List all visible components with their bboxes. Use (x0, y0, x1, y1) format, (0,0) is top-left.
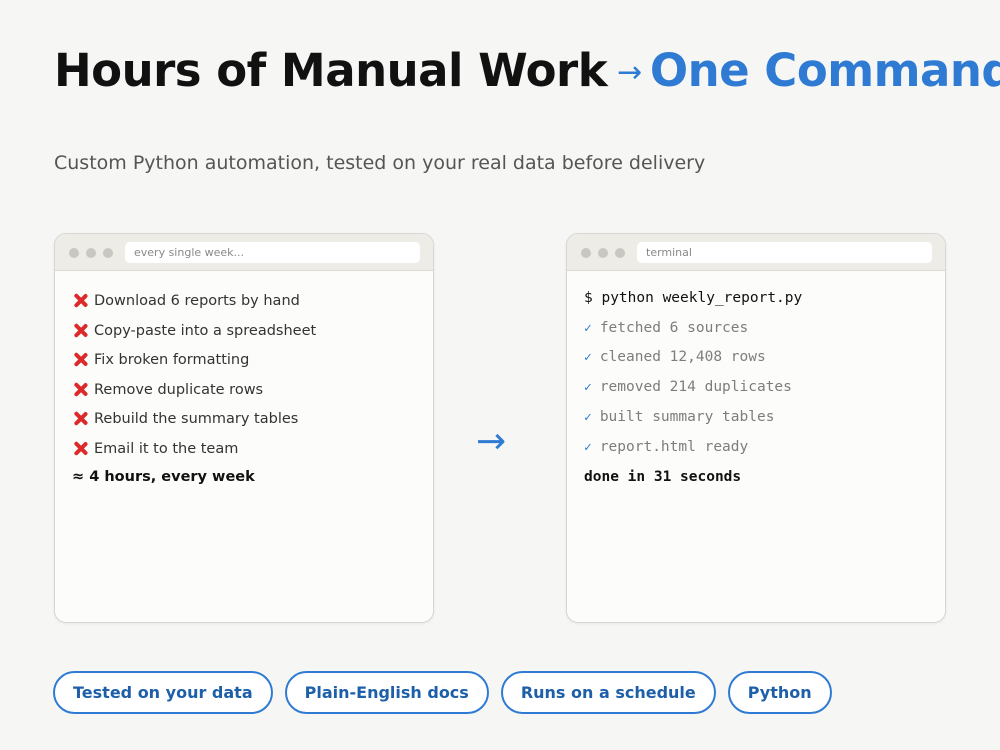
list-item: ✓ cleaned 12,408 rows (584, 349, 802, 379)
title-accent: One Command (649, 44, 1000, 97)
step-label: report.html ready (599, 438, 749, 455)
task-label: Download 6 reports by hand (94, 293, 300, 309)
address-bar: terminal (637, 242, 932, 263)
manual-task-list: Download 6 reports by hand Copy-paste in… (72, 291, 316, 469)
list-item: Fix broken formatting (72, 350, 316, 380)
task-label: Email it to the team (94, 440, 239, 457)
window-titlebar: terminal (567, 234, 945, 271)
list-item: ✓ removed 214 duplicates (584, 379, 802, 409)
window-dot-icon (103, 248, 113, 258)
checkmark-icon: ✓ (584, 439, 592, 455)
list-item: Rebuild the summary tables (72, 409, 316, 439)
checkmark-icon: ✓ (584, 409, 592, 425)
list-item: ✓ built summary tables (584, 409, 802, 439)
list-item: Download 6 reports by hand (72, 291, 316, 321)
step-label: removed 214 duplicates (599, 379, 792, 396)
page-subtitle: Custom Python automation, tested on your… (54, 152, 706, 174)
terminal-command: $ python weekly_report.py (584, 290, 803, 306)
list-item: Email it to the team (72, 439, 316, 469)
page-title: Hours of Manual Work → One Command (54, 42, 1000, 102)
window-dot-icon (598, 248, 608, 258)
task-label: Fix broken formatting (94, 352, 250, 369)
step-label: cleaned 12,408 rows (599, 349, 766, 366)
window-dot-icon (69, 248, 79, 258)
cross-mark-icon (72, 292, 89, 309)
arrow-right-icon: → (476, 421, 507, 462)
title-arrow-icon: → (617, 55, 642, 90)
feature-pills: Tested on your data Plain-English docs R… (53, 671, 832, 714)
task-label: Remove duplicate rows (94, 381, 264, 398)
time-total: ≈ 4 hours, every week (72, 469, 255, 485)
list-item: Copy-paste into a spreadsheet (72, 321, 316, 351)
pill-tested-on-your-data[interactable]: Tested on your data (53, 671, 273, 714)
checkmark-icon: ✓ (584, 320, 592, 336)
manual-work-window: every single week... Download 6 reports … (54, 233, 434, 623)
cross-mark-icon (72, 410, 89, 427)
cross-mark-icon (72, 322, 89, 339)
terminal-output: $ python weekly_report.py ✓ fetched 6 sou… (584, 290, 802, 485)
window-dot-icon (86, 248, 96, 258)
checkmark-icon: ✓ (584, 380, 592, 396)
pill-runs-on-a-schedule[interactable]: Runs on a schedule (500, 671, 716, 714)
cross-mark-icon (72, 440, 89, 457)
pill-plain-english-docs[interactable]: Plain-English docs (284, 671, 489, 714)
checkmark-icon: ✓ (584, 350, 592, 366)
window-dot-icon (581, 248, 591, 258)
pill-python[interactable]: Python (727, 671, 832, 714)
terminal-steps: ✓ fetched 6 sources ✓ cleaned 12,408 rows … (584, 320, 802, 469)
list-item: Remove duplicate rows (72, 380, 316, 410)
terminal-done-line: done in 31 seconds (584, 468, 742, 485)
window-dot-icon (615, 248, 625, 258)
terminal-window: terminal $ python weekly_report.py ✓ fetc… (566, 233, 946, 623)
cross-mark-icon (72, 351, 89, 368)
task-label: Copy-paste into a spreadsheet (94, 322, 317, 339)
task-label: Rebuild the summary tables (94, 411, 299, 428)
window-titlebar: every single week... (55, 234, 433, 271)
address-bar: every single week... (125, 242, 420, 263)
title-main: Hours of Manual Work (54, 44, 608, 97)
list-item: ✓ report.html ready (584, 439, 802, 469)
step-label: built summary tables (599, 408, 775, 425)
list-item: ✓ fetched 6 sources (584, 320, 802, 350)
cross-mark-icon (72, 381, 89, 398)
step-label: fetched 6 sources (599, 319, 749, 336)
